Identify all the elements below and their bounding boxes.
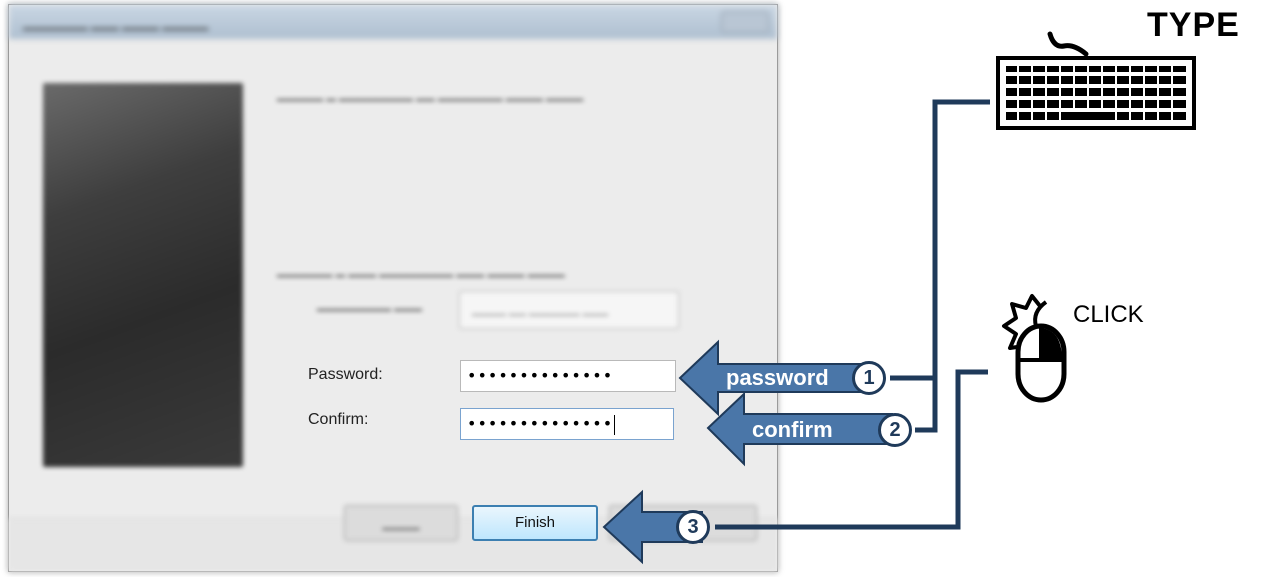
callout-confirm-label: confirm xyxy=(752,417,833,442)
connector-lines xyxy=(715,99,990,530)
connector-type-to-confirm xyxy=(915,378,938,433)
click-label: CLICK xyxy=(1073,301,1144,328)
connector-click-to-finish xyxy=(715,369,988,530)
type-label: TYPE xyxy=(1147,6,1240,44)
mouse-icon xyxy=(1015,300,1067,403)
annotation-overlay xyxy=(602,31,1196,565)
step-2-badge: 2 xyxy=(878,413,912,447)
step-3-badge: 3 xyxy=(676,510,710,544)
step-1-badge: 1 xyxy=(852,361,886,395)
keyboard-icon xyxy=(996,31,1196,130)
callout-password-label: password xyxy=(726,365,829,390)
connector-type-to-password xyxy=(890,99,990,381)
